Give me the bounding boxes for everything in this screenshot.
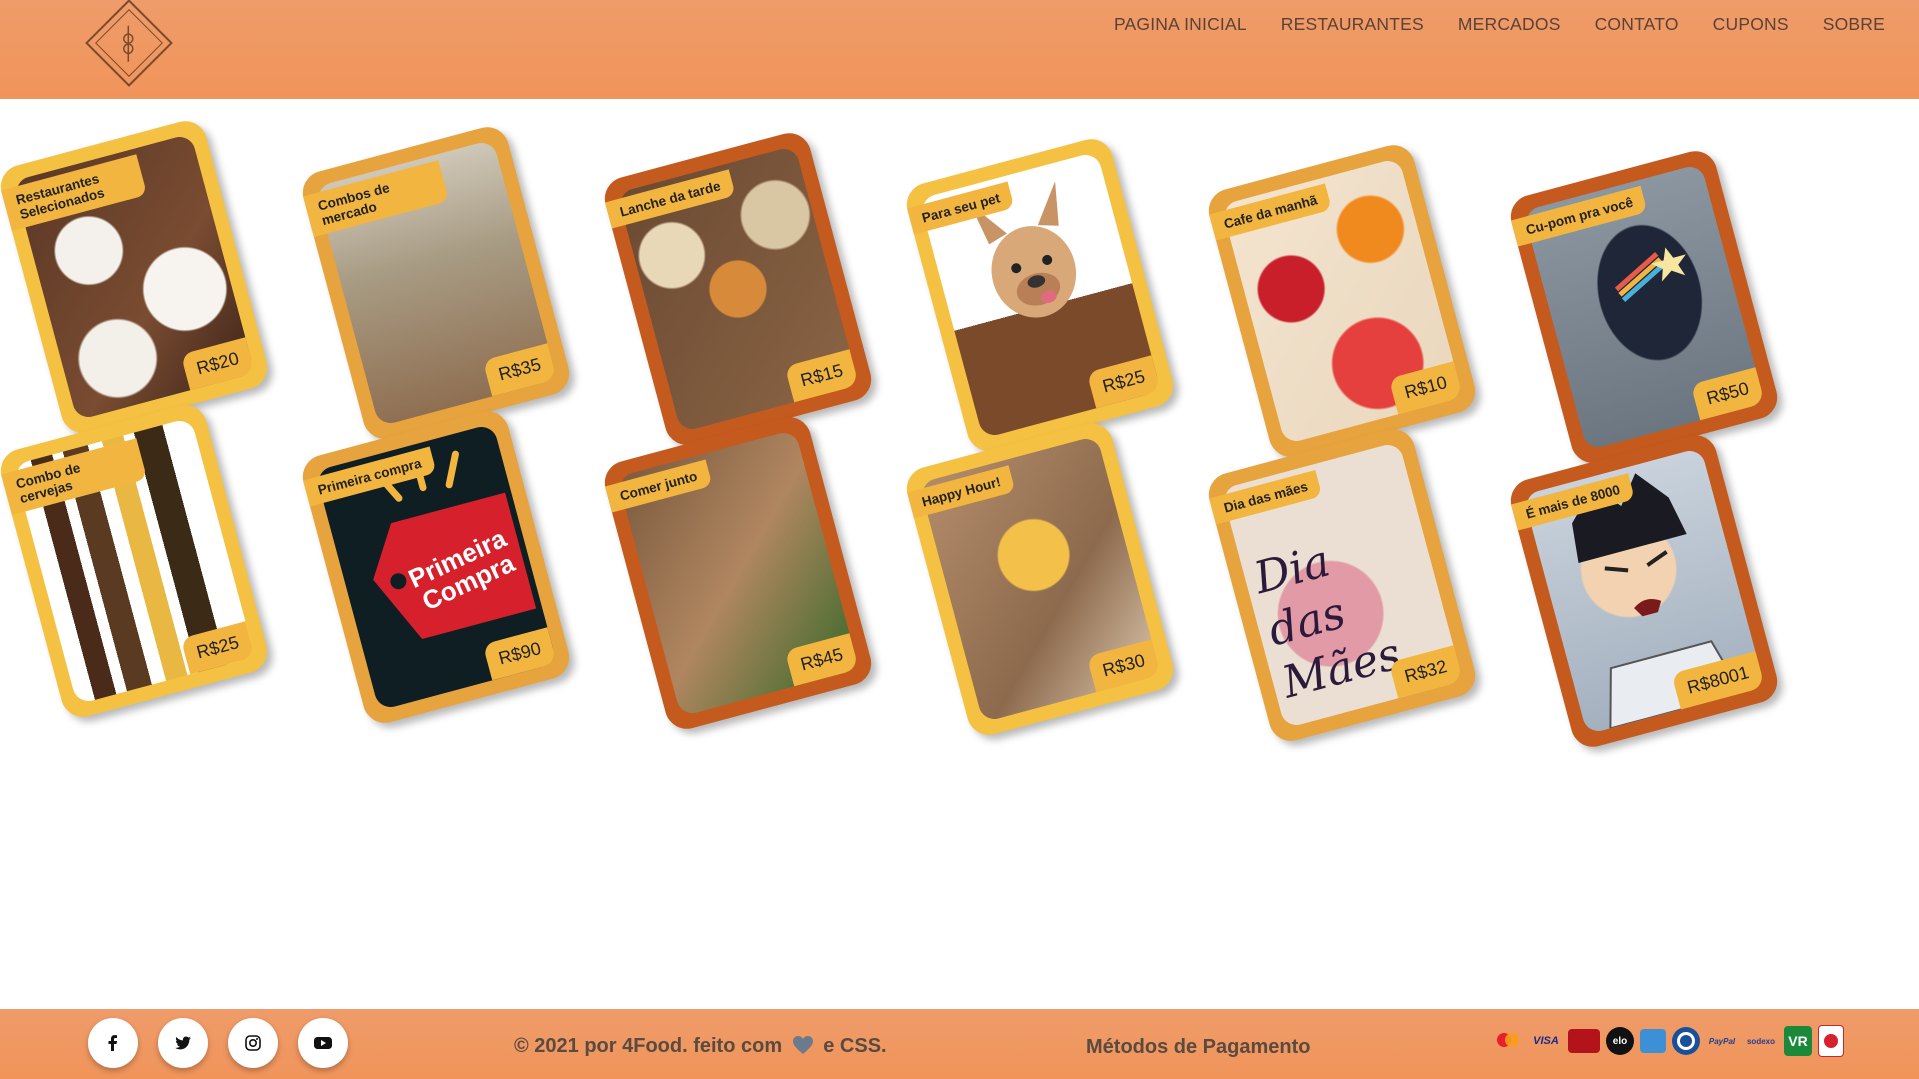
youtube-icon <box>314 1037 332 1049</box>
instagram-icon <box>245 1035 261 1051</box>
hipercard-icon <box>1568 1029 1600 1053</box>
nav-cupons[interactable]: CUPONS <box>1713 14 1789 35</box>
diners-icon <box>1672 1027 1700 1055</box>
facebook-icon <box>108 1035 117 1051</box>
visa-icon: VISA <box>1533 1035 1559 1047</box>
coupon-card-pet[interactable]: Para seu pet R$25 <box>901 134 1179 456</box>
ticket-icon <box>1818 1025 1844 1057</box>
copyright-prefix: © 2021 por 4Food. feito com <box>514 1035 783 1057</box>
coupon-card-lanche-tarde[interactable]: Lanche da tarde R$15 <box>599 128 877 450</box>
main-nav: PAGINA INICIAL RESTAURANTES MERCADOS CON… <box>1114 14 1885 35</box>
coupon-card-primeira-compra[interactable]: Primeira Compra Primeira compra R$90 <box>297 406 575 728</box>
nav-contato[interactable]: CONTATO <box>1595 14 1679 35</box>
vr-icon: VR <box>1784 1026 1812 1056</box>
twitter-button[interactable] <box>158 1018 208 1068</box>
coupon-card-cervejas[interactable]: Combo de cervejas R$25 <box>0 400 273 722</box>
coupon-card-comer-junto[interactable]: Comer junto R$45 <box>599 412 877 734</box>
coupon-card-restaurantes[interactable]: Restaurantes Selecionados R$20 <box>0 116 273 438</box>
copyright: © 2021 por 4Food. feito com e CSS. <box>514 1035 887 1058</box>
twitter-icon <box>175 1036 191 1050</box>
coupon-grid: Restaurantes Selecionados R$20 Combos de… <box>0 99 1919 1009</box>
mastercard-icon <box>1492 1029 1524 1053</box>
instagram-button[interactable] <box>228 1018 278 1068</box>
nav-sobre[interactable]: SOBRE <box>1823 14 1885 35</box>
nav-mercados[interactable]: MERCADOS <box>1458 14 1561 35</box>
site-header: PAGINA INICIAL RESTAURANTES MERCADOS CON… <box>0 0 1919 99</box>
coupon-card-mais-de-8000[interactable]: É mais de 8000 R$8001 <box>1505 430 1783 752</box>
paypal-icon: PayPal <box>1708 1036 1736 1046</box>
site-footer: © 2021 por 4Food. feito com e CSS. Métod… <box>0 1009 1919 1079</box>
nav-pagina-inicial[interactable]: PAGINA INICIAL <box>1114 14 1247 35</box>
facebook-button[interactable] <box>88 1018 138 1068</box>
coupon-card-cafe-manha[interactable]: Cafe da manhã R$10 <box>1203 140 1481 462</box>
coupon-card-combos-mercado[interactable]: Combos de mercado R$35 <box>297 122 575 444</box>
heart-icon <box>792 1035 814 1055</box>
coupon-card-dia-maes[interactable]: Dia das Mães Dia das mães R$32 <box>1203 424 1481 746</box>
amex-icon <box>1640 1029 1666 1053</box>
wheat-icon <box>123 25 134 62</box>
youtube-button[interactable] <box>298 1018 348 1068</box>
payment-methods-title: Métodos de Pagamento <box>1086 1036 1311 1058</box>
coupon-card-happy-hour[interactable]: Happy Hour! R$30 <box>901 418 1179 740</box>
copyright-suffix: e CSS. <box>823 1035 887 1057</box>
elo-icon: elo <box>1606 1027 1634 1055</box>
nav-restaurantes[interactable]: RESTAURANTES <box>1281 14 1424 35</box>
sodexo-icon: sodexo <box>1746 1036 1775 1046</box>
payment-icons: VISA elo PayPal sodexo VR <box>1492 1025 1844 1057</box>
logo[interactable] <box>85 0 173 87</box>
coupon-card-cupom[interactable]: Cu-pom pra você R$50 <box>1505 146 1783 468</box>
